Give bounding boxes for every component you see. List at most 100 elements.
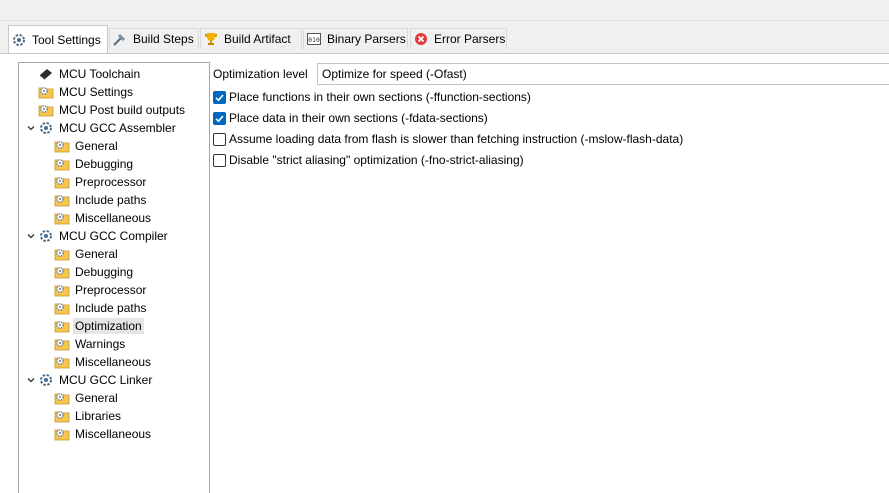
tree-item[interactable]: Debugging <box>41 155 135 173</box>
checkmark-icon <box>215 93 224 101</box>
settings-folder-icon <box>54 138 70 154</box>
tree-item[interactable]: MCU Toolchain <box>25 65 142 83</box>
tree-item-label: MCU GCC Linker <box>59 373 153 387</box>
settings-folder-icon <box>38 102 54 118</box>
checkbox[interactable] <box>213 90 226 104</box>
optimization-level-label: Optimization level <box>213 67 308 81</box>
tab-label: Error Parsers <box>434 32 506 46</box>
tree-item[interactable]: Include paths <box>41 299 148 317</box>
option-checkbox-row[interactable]: Place data in their own sections (-fdata… <box>213 109 488 127</box>
tree-item[interactable]: Libraries <box>41 407 123 425</box>
tree-item[interactable]: Warnings <box>41 335 127 353</box>
tab-label: Build Steps <box>133 32 194 46</box>
checkbox[interactable] <box>213 153 226 167</box>
tree-item[interactable]: Preprocessor <box>41 173 148 191</box>
option-label: Disable "strict aliasing" optimization (… <box>229 153 524 167</box>
svg-text:010: 010 <box>308 36 320 44</box>
tree-item-label: MCU Settings <box>59 85 134 99</box>
chevron-down-icon[interactable] <box>25 227 37 245</box>
tree-item[interactable]: MCU GCC Compiler <box>25 227 170 245</box>
tab-error-parsers[interactable]: Error Parsers <box>410 28 507 49</box>
tree-item-label: Libraries <box>75 409 122 423</box>
optimization-panel: Optimization level Optimize for speed (-… <box>213 62 889 482</box>
settings-folder-icon <box>54 408 70 424</box>
settings-folder-icon <box>54 318 70 334</box>
tab-build-steps[interactable]: Build Steps <box>109 28 199 49</box>
settings-folder-icon <box>54 390 70 406</box>
tree-item-label: MCU GCC Assembler <box>59 121 176 135</box>
tab-tool-settings[interactable]: Tool Settings <box>8 25 108 53</box>
chevron-down-icon[interactable] <box>25 119 37 137</box>
tree-item-label: Miscellaneous <box>75 211 152 225</box>
chevron-down-icon[interactable] <box>25 371 37 389</box>
tool-settings-icon <box>11 32 27 48</box>
settings-folder-icon <box>54 192 70 208</box>
tool-settings-page: MCU Toolchain MCU Settings MCU Post build … <box>0 53 889 493</box>
tab-label: Build Artifact <box>224 32 291 46</box>
toolbar-strip <box>0 0 889 21</box>
tool-settings-icon <box>38 372 54 388</box>
tree-item[interactable]: General <box>41 245 120 263</box>
tree-item[interactable]: General <box>41 389 120 407</box>
tab-build-artifact[interactable]: Build Artifact <box>200 28 302 49</box>
tree-item[interactable]: Debugging <box>41 263 135 281</box>
tree-item-label: General <box>75 247 118 261</box>
tree-item[interactable]: Optimization <box>41 317 144 335</box>
tree-item[interactable]: Miscellaneous <box>41 425 153 443</box>
optimization-level-value: Optimize for speed (-Ofast) <box>322 67 467 81</box>
tree-item[interactable]: Preprocessor <box>41 281 148 299</box>
tab-binary-parsers[interactable]: 010 Binary Parsers <box>303 28 408 49</box>
tree-item[interactable]: Miscellaneous <box>41 209 153 227</box>
settings-folder-icon <box>54 264 70 280</box>
tree-item-label: Preprocessor <box>75 175 147 189</box>
chip-icon <box>38 66 54 82</box>
tree-item-label: MCU GCC Compiler <box>59 229 168 243</box>
optimization-level-select[interactable]: Optimize for speed (-Ofast) <box>317 63 889 85</box>
tree-item-label: Include paths <box>75 193 147 207</box>
tree-item-label: Miscellaneous <box>75 427 152 441</box>
tree-item[interactable]: MCU GCC Assembler <box>25 119 178 137</box>
trophy-icon <box>203 31 219 47</box>
tree-item[interactable]: MCU GCC Linker <box>25 371 154 389</box>
error-icon <box>413 31 429 47</box>
option-label: Place functions in their own sections (-… <box>229 90 531 104</box>
tree-item[interactable]: General <box>41 137 120 155</box>
settings-folder-icon <box>38 84 54 100</box>
tree-item-label: General <box>75 391 118 405</box>
tree-item[interactable]: Miscellaneous <box>41 353 153 371</box>
checkbox[interactable] <box>213 111 226 125</box>
option-checkbox-row[interactable]: Assume loading data from flash is slower… <box>213 130 683 148</box>
option-checkbox-row[interactable]: Place functions in their own sections (-… <box>213 88 531 106</box>
checkbox[interactable] <box>213 132 226 146</box>
settings-tree[interactable]: MCU Toolchain MCU Settings MCU Post build … <box>18 62 210 493</box>
tree-item[interactable]: MCU Settings <box>25 83 135 101</box>
option-checkbox-row[interactable]: Disable "strict aliasing" optimization (… <box>213 151 524 169</box>
settings-folder-icon <box>54 156 70 172</box>
tree-item[interactable]: Include paths <box>41 191 148 209</box>
settings-folder-icon <box>54 246 70 262</box>
tree-item-label: Optimization <box>73 318 144 334</box>
tool-settings-icon <box>38 228 54 244</box>
binary-icon: 010 <box>306 31 322 47</box>
tree-item-label: Preprocessor <box>75 283 147 297</box>
tree-item-label: General <box>75 139 118 153</box>
tree-item[interactable]: MCU Post build outputs <box>25 101 187 119</box>
build-steps-icon <box>112 31 128 47</box>
settings-folder-icon <box>54 174 70 190</box>
tree-item-label: Include paths <box>75 301 147 315</box>
